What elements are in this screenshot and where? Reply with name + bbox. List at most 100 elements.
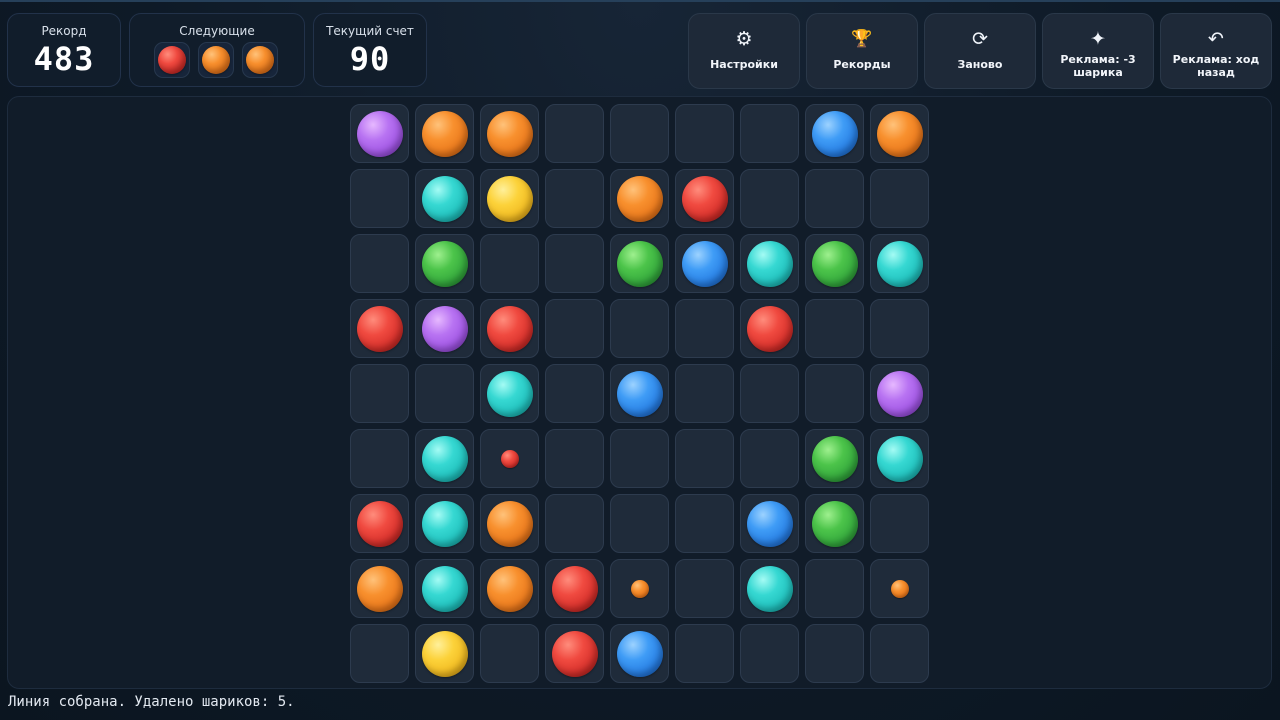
board-cell[interactable] [740, 169, 799, 228]
ball-cyan[interactable] [746, 565, 793, 612]
board-cell[interactable] [415, 429, 474, 488]
board-cell[interactable] [610, 624, 669, 683]
board-cell[interactable] [350, 234, 409, 293]
board-cell[interactable] [805, 234, 864, 293]
board-cell[interactable] [480, 169, 539, 228]
board-cell[interactable] [610, 169, 669, 228]
ball-purple[interactable] [421, 305, 468, 352]
ball-cyan[interactable] [421, 565, 468, 612]
board-cell[interactable] [350, 559, 409, 618]
board-cell[interactable] [805, 494, 864, 553]
board-cell[interactable] [415, 299, 474, 358]
board-cell[interactable] [675, 169, 734, 228]
board-cell[interactable] [740, 559, 799, 618]
ad-remove-balls-button[interactable]: ✦ Реклама: -3 шарика [1042, 13, 1154, 89]
board-cell[interactable] [675, 104, 734, 163]
ball-cyan[interactable] [421, 435, 468, 482]
board-cell[interactable] [870, 169, 929, 228]
board-cell[interactable] [350, 429, 409, 488]
board-cell[interactable] [610, 429, 669, 488]
ball-purple[interactable] [876, 370, 923, 417]
board-cell[interactable] [870, 299, 929, 358]
board-cell[interactable] [675, 494, 734, 553]
ball-red[interactable] [551, 630, 598, 677]
board-cell[interactable] [480, 624, 539, 683]
board-cell[interactable] [480, 364, 539, 423]
ball-red[interactable] [551, 565, 598, 612]
board-cell[interactable] [870, 624, 929, 683]
board-cell[interactable] [480, 429, 539, 488]
preview-ball-orange[interactable] [890, 579, 909, 598]
ball-green[interactable] [811, 435, 858, 482]
ball-blue[interactable] [616, 370, 663, 417]
board-cell[interactable] [415, 104, 474, 163]
board-cell[interactable] [350, 104, 409, 163]
ball-blue[interactable] [811, 110, 858, 157]
board-cell[interactable] [545, 624, 604, 683]
ball-blue[interactable] [681, 240, 728, 287]
ball-cyan[interactable] [421, 500, 468, 547]
board-cell[interactable] [415, 234, 474, 293]
board-cell[interactable] [545, 494, 604, 553]
board-cell[interactable] [350, 624, 409, 683]
preview-ball-red[interactable] [500, 449, 519, 468]
board-cell[interactable] [610, 364, 669, 423]
board-cell[interactable] [610, 494, 669, 553]
board-cell[interactable] [870, 559, 929, 618]
board-cell[interactable] [740, 429, 799, 488]
board-cell[interactable] [870, 364, 929, 423]
board-cell[interactable] [740, 299, 799, 358]
board-cell[interactable] [805, 624, 864, 683]
board-cell[interactable] [545, 299, 604, 358]
board-cell[interactable] [415, 169, 474, 228]
board-cell[interactable] [870, 429, 929, 488]
board-cell[interactable] [675, 234, 734, 293]
ball-red[interactable] [356, 305, 403, 352]
ball-cyan[interactable] [486, 370, 533, 417]
board-cell[interactable] [870, 234, 929, 293]
ball-red[interactable] [486, 305, 533, 352]
board-cell[interactable] [415, 559, 474, 618]
board-cell[interactable] [545, 104, 604, 163]
ball-cyan[interactable] [421, 175, 468, 222]
ball-yellow[interactable] [486, 175, 533, 222]
board-cell[interactable] [740, 104, 799, 163]
board-cell[interactable] [545, 169, 604, 228]
board-cell[interactable] [415, 624, 474, 683]
board-cell[interactable] [610, 559, 669, 618]
board-cell[interactable] [740, 234, 799, 293]
board-cell[interactable] [675, 624, 734, 683]
ball-blue[interactable] [746, 500, 793, 547]
ball-purple[interactable] [356, 110, 403, 157]
board-cell[interactable] [675, 364, 734, 423]
board-cell[interactable] [480, 299, 539, 358]
board-cell[interactable] [805, 169, 864, 228]
board-cell[interactable] [415, 364, 474, 423]
settings-button[interactable]: ⚙ Настройки [688, 13, 800, 89]
ball-orange[interactable] [486, 500, 533, 547]
ball-orange[interactable] [616, 175, 663, 222]
board-cell[interactable] [610, 299, 669, 358]
board-cell[interactable] [350, 364, 409, 423]
ball-orange[interactable] [356, 565, 403, 612]
ball-red[interactable] [356, 500, 403, 547]
ball-green[interactable] [811, 240, 858, 287]
board-cell[interactable] [805, 364, 864, 423]
ball-cyan[interactable] [876, 240, 923, 287]
board-cell[interactable] [675, 429, 734, 488]
ball-red[interactable] [681, 175, 728, 222]
board-cell[interactable] [415, 494, 474, 553]
ball-cyan[interactable] [746, 240, 793, 287]
board-cell[interactable] [675, 299, 734, 358]
board-cell[interactable] [350, 169, 409, 228]
ball-blue[interactable] [616, 630, 663, 677]
board-cell[interactable] [740, 624, 799, 683]
board-cell[interactable] [545, 559, 604, 618]
board-cell[interactable] [675, 559, 734, 618]
ball-green[interactable] [811, 500, 858, 547]
preview-ball-orange[interactable] [630, 579, 649, 598]
board-cell[interactable] [545, 234, 604, 293]
board-cell[interactable] [805, 429, 864, 488]
board-cell[interactable] [805, 104, 864, 163]
board-cell[interactable] [805, 559, 864, 618]
